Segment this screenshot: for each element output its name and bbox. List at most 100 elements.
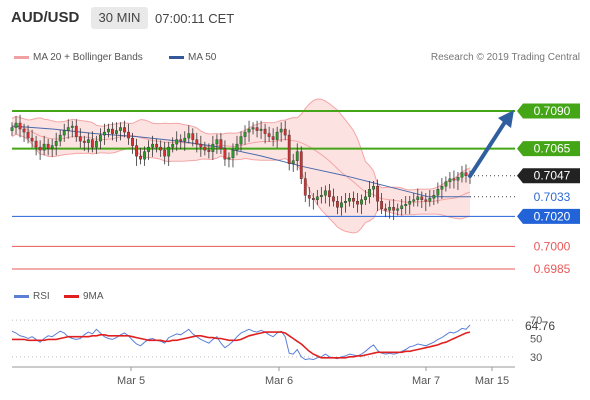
candle-body <box>231 149 235 158</box>
level-label-pivot: 0.7020 <box>534 209 571 223</box>
candle-body <box>54 140 58 146</box>
candle-body <box>50 145 54 149</box>
candle-body <box>319 195 323 197</box>
level-label-resistance: 0.7090 <box>534 104 571 118</box>
candle-body <box>336 201 339 208</box>
candle-body <box>171 143 175 148</box>
candle-body <box>331 196 335 202</box>
candle-body <box>452 178 456 181</box>
candle-body <box>86 139 90 143</box>
candle-body <box>251 127 255 130</box>
candle-body <box>155 143 159 148</box>
candle-body <box>456 177 460 181</box>
level-label-support: 0.7000 <box>534 239 571 253</box>
candle-body <box>388 207 392 211</box>
candle-body <box>191 133 195 140</box>
price-chart[interactable]: 0.7090 0.7065 0.7047 0.7033 0.7020 0.7000 0.69… <box>0 0 590 400</box>
candle-body <box>175 139 179 145</box>
forecast-arrow-head <box>498 110 514 128</box>
candle <box>287 129 291 171</box>
candle-body <box>111 128 114 134</box>
candle-body <box>352 198 355 202</box>
candle-body <box>147 146 151 152</box>
candle-body <box>311 198 315 200</box>
candle-body <box>215 139 219 145</box>
candle-body <box>416 196 420 200</box>
x-tick-label: Mar 5 <box>117 375 145 387</box>
candle-body <box>90 139 94 148</box>
rsi-last-value: 64.76 <box>525 319 555 333</box>
candle-body <box>78 136 82 142</box>
candle-body <box>299 151 303 179</box>
candle-body <box>22 128 26 133</box>
candle-body <box>275 131 279 140</box>
candle-body <box>464 172 468 176</box>
candle-body <box>291 160 295 164</box>
x-tick-label: Mar 6 <box>265 375 293 387</box>
candle-body <box>323 190 327 196</box>
candle-body <box>344 201 347 203</box>
candle-body <box>151 143 155 148</box>
candle-body <box>163 149 167 157</box>
candle-body <box>98 134 102 142</box>
candle-body <box>392 207 396 211</box>
bollinger-fill <box>12 99 470 233</box>
candle-body <box>46 143 50 149</box>
candle-body <box>34 140 38 148</box>
candle-body <box>167 146 171 157</box>
candle-body <box>135 145 138 157</box>
candle-body <box>436 189 440 196</box>
rsi-panel: 70503064.76 <box>11 315 555 364</box>
candle-body <box>440 186 444 190</box>
candle-body <box>315 196 319 200</box>
candle-body <box>115 130 118 134</box>
candle-body <box>207 149 211 152</box>
level-label-resistance: 0.7065 <box>534 142 571 156</box>
candle-body <box>428 198 432 202</box>
forecast-arrow-layer <box>468 110 514 178</box>
candle-body <box>243 131 247 137</box>
candle-body <box>223 148 227 160</box>
candle-body <box>203 146 207 151</box>
candle-body <box>143 151 146 160</box>
candle-body <box>62 130 66 136</box>
x-axis: Mar 5 Mar 6 Mar 7 Mar 15 <box>12 366 515 387</box>
candle-body <box>364 196 367 200</box>
candle-body <box>127 131 130 139</box>
candle-body <box>460 172 464 178</box>
candle-body <box>74 125 78 137</box>
level-label-reference: 0.7033 <box>534 190 571 204</box>
candle-body <box>267 133 271 137</box>
candle-body <box>123 127 126 133</box>
rsi-tick-label: 30 <box>530 352 542 364</box>
candle-body <box>295 151 299 161</box>
candle-body <box>187 133 191 139</box>
candle-body <box>271 136 275 140</box>
candle-body <box>340 202 343 208</box>
candle-body <box>287 134 291 164</box>
candle-body <box>94 140 98 148</box>
candle-body <box>219 139 223 149</box>
candle-body <box>247 128 251 133</box>
candle-body <box>384 208 388 211</box>
candle-body <box>131 137 134 146</box>
candle-body <box>58 134 62 142</box>
candle-body <box>372 186 375 190</box>
candle-body <box>356 201 359 205</box>
candle-body <box>412 199 416 202</box>
candle-body <box>259 128 263 131</box>
candle-body <box>239 136 243 145</box>
candle-body <box>119 127 122 131</box>
candle-body <box>183 137 187 142</box>
candle-body <box>14 122 18 128</box>
candle <box>299 146 303 184</box>
candle-body <box>107 128 110 133</box>
candle-body <box>139 155 142 160</box>
level-label-current_price: 0.7047 <box>534 169 571 183</box>
candle-body <box>368 189 371 197</box>
candle-body <box>38 146 42 151</box>
x-tick-label: Mar 7 <box>412 375 440 387</box>
rsi-tick-label: 50 <box>530 334 542 346</box>
candle-body <box>263 128 267 134</box>
candle-body <box>408 201 412 205</box>
